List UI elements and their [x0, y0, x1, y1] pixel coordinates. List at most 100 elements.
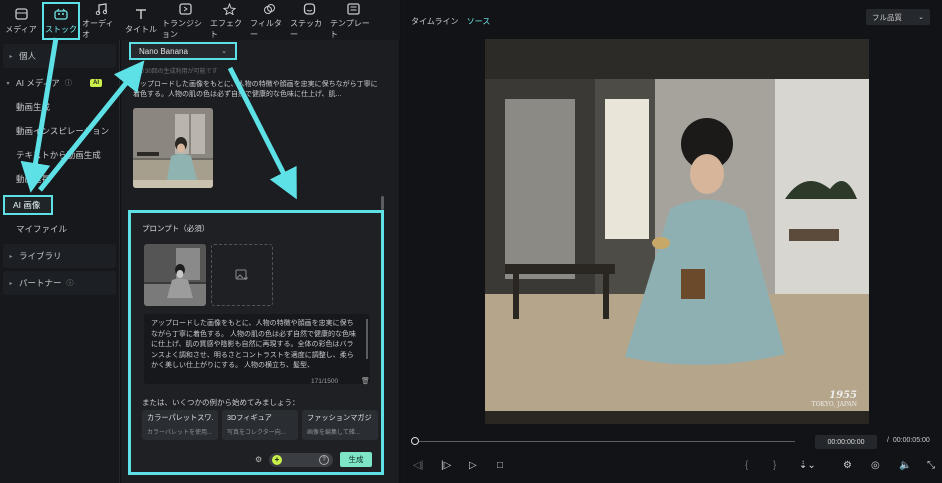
sidebar-item-label: パートナー: [19, 278, 62, 288]
insert-icon[interactable]: ⇣⌄: [799, 460, 816, 471]
playhead[interactable]: [411, 437, 419, 445]
sidebar-item-text-to-video[interactable]: テキストから動画生成: [0, 143, 119, 167]
sidebar-item-my-files[interactable]: マイファイル: [0, 217, 119, 241]
tab-source[interactable]: ソース: [467, 17, 491, 26]
settings-icon[interactable]: ⚙: [843, 460, 852, 471]
stop-icon[interactable]: □: [497, 460, 503, 471]
toolbar-label: トランジション: [162, 19, 202, 39]
play-icon[interactable]: ▷: [469, 460, 477, 471]
prompt-textarea[interactable]: アップロードした画像をもとに、人物の特徴や顔画を忠実に保ちながら丁寧に着色する。…: [144, 314, 370, 384]
help-icon[interactable]: ⓘ: [65, 78, 72, 88]
toolbar-label: ストック: [45, 25, 77, 34]
watermark-year: 1955: [829, 390, 857, 401]
character-counter: 171/1500: [311, 378, 339, 385]
model-name: Nano Banana: [139, 46, 188, 56]
example-subtitle: 写真をコレクター向...: [227, 430, 286, 436]
result-thumbnail[interactable]: [133, 108, 213, 188]
trash-icon[interactable]: 🗑: [361, 377, 370, 385]
sidebar-item-video-inspiration[interactable]: 動画インスピレーション: [0, 119, 119, 143]
timeline-track[interactable]: [415, 441, 795, 442]
toolbar-label: オーディオ: [82, 19, 114, 39]
toolbar-media[interactable]: メディア: [2, 2, 40, 40]
toolbar-label: テンプレート: [330, 19, 370, 39]
example-card[interactable]: カラーパレットスワ... カラーパレットを使用...: [142, 410, 218, 440]
example-subtitle: カラーパレットを使用...: [147, 430, 212, 436]
watermark-place: TOKYO, JAPAN: [811, 401, 857, 408]
sidebar-item-label: マイファイル: [16, 224, 68, 234]
sidebar-item-video-generation[interactable]: 動画生成: [0, 95, 119, 119]
sidebar-item-ai-image[interactable]: AI 画像: [3, 195, 53, 215]
model-dropdown[interactable]: Nano Banana ⌄: [129, 42, 237, 60]
toolbar-audio[interactable]: オーディオ: [82, 2, 120, 40]
sidebar-item-video-extend[interactable]: 動画延長: [0, 167, 119, 191]
chevron-down-icon: ⌄: [221, 48, 227, 55]
category-sidebar: ▸ 個人 ▾ AI メディア ⓘ AI 動画生成 動画インスピレーション テキス…: [0, 40, 120, 483]
prompt-label: プロンプト（必須）: [142, 224, 210, 233]
toolbar-filter[interactable]: フィルター: [250, 2, 288, 40]
caret-right-icon: ▸: [9, 280, 13, 287]
examples-label: または、いくつかの例から始めてみましょう：: [142, 398, 300, 407]
sidebar-item-label: ライブラリ: [19, 251, 62, 261]
toolbar-stock[interactable]: ストック: [42, 2, 80, 40]
example-title: 3Dフィギュア: [227, 413, 272, 422]
sidebar-item-label: 個人: [19, 51, 37, 61]
volume-icon[interactable]: 🔈: [899, 460, 911, 471]
model-note: 残り30回の生成利用が可能です: [133, 69, 218, 75]
toolbar-label: タイトル: [125, 25, 157, 34]
toolbar-label: フィルター: [250, 19, 282, 39]
reference-image[interactable]: [144, 244, 206, 306]
music-icon: [93, 2, 109, 15]
sidebar-item-label: 動画インスピレーション: [16, 126, 110, 136]
example-title: カラーパレットスワ...: [147, 413, 213, 422]
step-back-icon[interactable]: ◁|: [413, 460, 423, 471]
ai-image-panel: Nano Banana ⌄ 残り30回の生成利用が可能です アップロードした画像…: [121, 40, 399, 483]
textarea-scrollbar[interactable]: [366, 319, 368, 359]
help-icon[interactable]: ?: [319, 455, 329, 465]
sticker-icon: [301, 2, 317, 15]
sidebar-item-ai-image-row: AI 画像: [0, 193, 119, 217]
chevron-down-icon: ⌄: [918, 14, 924, 21]
example-subtitle: 画像を編集して雑...: [307, 430, 360, 436]
toolbar-sticker[interactable]: ステッカー: [290, 2, 328, 40]
quality-label: フル品質: [872, 12, 902, 22]
generate-button[interactable]: 生成: [340, 452, 372, 467]
caret-right-icon: ▸: [9, 253, 13, 260]
toolbar-template[interactable]: テンプレート: [330, 2, 376, 40]
toolbar-transition[interactable]: トランジション: [162, 2, 208, 40]
top-toolbar: メディア ストック オーディオ タイトル トランジション エフェクト フィルター: [0, 0, 400, 40]
panel-scrollbar[interactable]: [381, 196, 384, 210]
fullscreen-icon[interactable]: ⤡: [927, 460, 935, 471]
total-timecode: 00:00:05:00: [892, 437, 930, 444]
mark-out-icon[interactable]: }: [773, 460, 776, 471]
toolbar-effect[interactable]: エフェクト: [210, 2, 248, 40]
filter-icon: [261, 2, 277, 15]
sidebar-item-label: AI メディア: [16, 78, 60, 88]
credits-toggle[interactable]: + ?: [269, 453, 333, 467]
sidebar-item-ai-media[interactable]: ▾ AI メディア ⓘ AI: [0, 71, 119, 95]
plus-icon: +: [272, 455, 282, 465]
quality-dropdown[interactable]: フル品質 ⌄: [866, 9, 930, 25]
title-icon: [133, 7, 149, 21]
toolbar-label: ステッカー: [290, 19, 322, 39]
example-card[interactable]: ファッションマガジン 画像を編集して雑...: [302, 410, 378, 440]
toolbar-title[interactable]: タイトル: [122, 2, 160, 40]
help-icon[interactable]: ⓘ: [67, 278, 74, 288]
example-card[interactable]: 3Dフィギュア 写真をコレクター向...: [222, 410, 298, 440]
frame-forward-icon[interactable]: |▷: [441, 460, 451, 471]
current-timecode[interactable]: 00:00:00:00: [815, 435, 877, 449]
sidebar-item-label: AI 画像: [13, 200, 41, 210]
add-image-button[interactable]: [211, 244, 273, 306]
add-image-icon: [235, 269, 248, 280]
template-icon: [345, 2, 361, 15]
mark-in-icon[interactable]: {: [745, 460, 748, 471]
transition-icon: [177, 2, 193, 15]
tab-timeline[interactable]: タイムライン: [411, 17, 458, 26]
sidebar-item-label: 動画延長: [16, 174, 51, 184]
sidebar-item-personal[interactable]: ▸ 個人: [3, 44, 116, 68]
sidebar-item-library[interactable]: ▸ ライブラリ: [3, 244, 116, 268]
sidebar-item-partner[interactable]: ▸ パートナー ⓘ: [3, 271, 116, 295]
preview-image: 1955 TOKYO, JAPAN: [485, 39, 869, 424]
image-settings-icon[interactable]: ⚙: [255, 455, 262, 464]
snapshot-icon[interactable]: ◎: [871, 460, 880, 471]
sidebar-item-label: テキストから動画生成: [16, 150, 101, 160]
